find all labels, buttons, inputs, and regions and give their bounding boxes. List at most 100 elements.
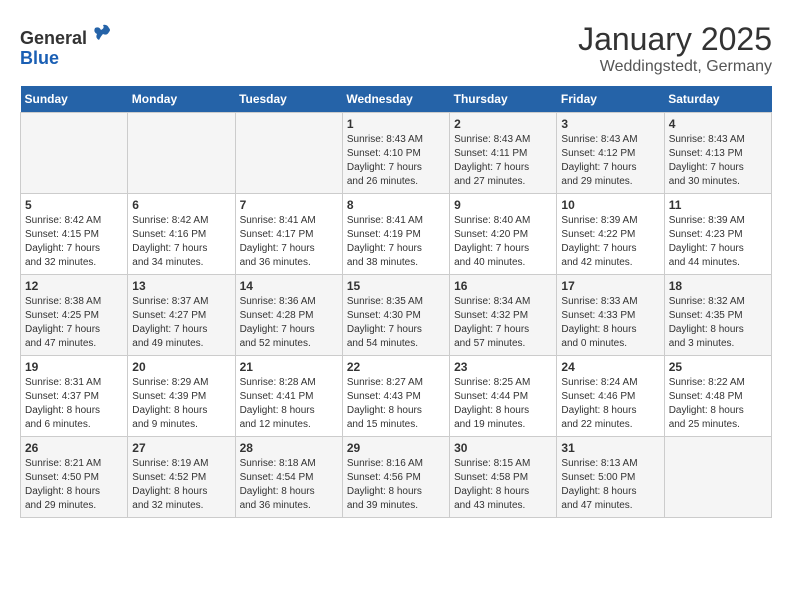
- day-info: Sunrise: 8:31 AM Sunset: 4:37 PM Dayligh…: [25, 376, 123, 432]
- calendar-cell: 19 Sunrise: 8:31 AM Sunset: 4:37 PM Dayli…: [21, 356, 128, 437]
- day-number: 29: [347, 441, 445, 455]
- day-number: 17: [561, 279, 659, 293]
- day-number: 24: [561, 360, 659, 374]
- day-number: 6: [132, 198, 230, 212]
- calendar-cell: [664, 437, 771, 518]
- calendar-cell: [235, 113, 342, 194]
- day-number: 8: [347, 198, 445, 212]
- day-number: 30: [454, 441, 552, 455]
- calendar-cell: 31 Sunrise: 8:13 AM Sunset: 5:00 PM Dayli…: [557, 437, 664, 518]
- day-info: Sunrise: 8:35 AM Sunset: 4:30 PM Dayligh…: [347, 295, 445, 351]
- day-info: Sunrise: 8:13 AM Sunset: 5:00 PM Dayligh…: [561, 457, 659, 513]
- day-info: Sunrise: 8:33 AM Sunset: 4:33 PM Dayligh…: [561, 295, 659, 351]
- day-info: Sunrise: 8:24 AM Sunset: 4:46 PM Dayligh…: [561, 376, 659, 432]
- calendar-cell: 20 Sunrise: 8:29 AM Sunset: 4:39 PM Dayli…: [128, 356, 235, 437]
- day-number: 12: [25, 279, 123, 293]
- calendar-week-row: 5 Sunrise: 8:42 AM Sunset: 4:15 PM Daylig…: [21, 194, 772, 275]
- calendar-cell: 24 Sunrise: 8:24 AM Sunset: 4:46 PM Dayli…: [557, 356, 664, 437]
- day-info: Sunrise: 8:15 AM Sunset: 4:58 PM Dayligh…: [454, 457, 552, 513]
- day-info: Sunrise: 8:34 AM Sunset: 4:32 PM Dayligh…: [454, 295, 552, 351]
- calendar-cell: 28Sunrise: 8:18 AM Sunset: 4:54 PM Dayli…: [235, 437, 342, 518]
- calendar-cell: [21, 113, 128, 194]
- calendar-cell: 30 Sunrise: 8:15 AM Sunset: 4:58 PM Dayli…: [450, 437, 557, 518]
- day-info: Sunrise: 8:29 AM Sunset: 4:39 PM Dayligh…: [132, 376, 230, 432]
- calendar-body: 1Sunrise: 8:43 AM Sunset: 4:10 PM Daylig…: [21, 113, 772, 518]
- calendar-cell: 25 Sunrise: 8:22 AM Sunset: 4:48 PM Dayli…: [664, 356, 771, 437]
- day-number: 25: [669, 360, 767, 374]
- day-number: 26: [25, 441, 123, 455]
- day-info: Sunrise: 8:25 AM Sunset: 4:44 PM Dayligh…: [454, 376, 552, 432]
- weekday-header: Monday: [128, 86, 235, 113]
- calendar-cell: 2 Sunrise: 8:43 AM Sunset: 4:11 PM Daylig…: [450, 113, 557, 194]
- day-info: Sunrise: 8:43 AM Sunset: 4:10 PM Dayligh…: [347, 133, 445, 189]
- day-info: Sunrise: 8:27 AM Sunset: 4:43 PM Dayligh…: [347, 376, 445, 432]
- day-info: Sunrise: 8:36 AM Sunset: 4:28 PM Dayligh…: [240, 295, 338, 351]
- day-info: Sunrise: 8:39 AM Sunset: 4:22 PM Dayligh…: [561, 214, 659, 270]
- calendar-cell: 22Sunrise: 8:27 AM Sunset: 4:43 PM Dayli…: [342, 356, 449, 437]
- logo-general-text: General: [20, 28, 87, 48]
- day-number: 9: [454, 198, 552, 212]
- day-number: 5: [25, 198, 123, 212]
- weekday-header: Thursday: [450, 86, 557, 113]
- day-number: 19: [25, 360, 123, 374]
- day-number: 18: [669, 279, 767, 293]
- calendar-cell: 27 Sunrise: 8:19 AM Sunset: 4:52 PM Dayli…: [128, 437, 235, 518]
- day-info: Sunrise: 8:38 AM Sunset: 4:25 PM Dayligh…: [25, 295, 123, 351]
- weekday-header: Sunday: [21, 86, 128, 113]
- calendar-week-row: 1Sunrise: 8:43 AM Sunset: 4:10 PM Daylig…: [21, 113, 772, 194]
- day-number: 10: [561, 198, 659, 212]
- day-info: Sunrise: 8:43 AM Sunset: 4:13 PM Dayligh…: [669, 133, 767, 189]
- calendar-cell: 8 Sunrise: 8:41 AM Sunset: 4:19 PM Daylig…: [342, 194, 449, 275]
- calendar-cell: 12 Sunrise: 8:38 AM Sunset: 4:25 PM Dayli…: [21, 275, 128, 356]
- day-number: 13: [132, 279, 230, 293]
- calendar-cell: 14 Sunrise: 8:36 AM Sunset: 4:28 PM Dayli…: [235, 275, 342, 356]
- day-info: Sunrise: 8:22 AM Sunset: 4:48 PM Dayligh…: [669, 376, 767, 432]
- day-info: Sunrise: 8:41 AM Sunset: 4:17 PM Dayligh…: [240, 214, 338, 270]
- day-number: 16: [454, 279, 552, 293]
- day-number: 20: [132, 360, 230, 374]
- logo: General Blue: [20, 20, 113, 69]
- calendar-cell: 13Sunrise: 8:37 AM Sunset: 4:27 PM Dayli…: [128, 275, 235, 356]
- day-info: Sunrise: 8:42 AM Sunset: 4:15 PM Dayligh…: [25, 214, 123, 270]
- calendar-table: SundayMondayTuesdayWednesdayThursdayFrid…: [20, 86, 772, 518]
- calendar-week-row: 19 Sunrise: 8:31 AM Sunset: 4:37 PM Dayli…: [21, 356, 772, 437]
- calendar-cell: 4 Sunrise: 8:43 AM Sunset: 4:13 PM Daylig…: [664, 113, 771, 194]
- calendar-cell: 17 Sunrise: 8:33 AM Sunset: 4:33 PM Dayli…: [557, 275, 664, 356]
- weekday-header: Wednesday: [342, 86, 449, 113]
- calendar-cell: 9 Sunrise: 8:40 AM Sunset: 4:20 PM Daylig…: [450, 194, 557, 275]
- calendar-cell: 18 Sunrise: 8:32 AM Sunset: 4:35 PM Dayli…: [664, 275, 771, 356]
- day-number: 21: [240, 360, 338, 374]
- day-number: 7: [240, 198, 338, 212]
- calendar-cell: 26 Sunrise: 8:21 AM Sunset: 4:50 PM Dayli…: [21, 437, 128, 518]
- day-info: Sunrise: 8:43 AM Sunset: 4:12 PM Dayligh…: [561, 133, 659, 189]
- day-info: Sunrise: 8:28 AM Sunset: 4:41 PM Dayligh…: [240, 376, 338, 432]
- day-number: 31: [561, 441, 659, 455]
- calendar-header-row: SundayMondayTuesdayWednesdayThursdayFrid…: [21, 86, 772, 113]
- day-number: 2: [454, 117, 552, 131]
- page-header: General Blue January 2025 Weddingstedt, …: [20, 20, 772, 76]
- title-section: January 2025 Weddingstedt, Germany: [578, 20, 772, 76]
- day-info: Sunrise: 8:41 AM Sunset: 4:19 PM Dayligh…: [347, 214, 445, 270]
- day-info: Sunrise: 8:42 AM Sunset: 4:16 PM Dayligh…: [132, 214, 230, 270]
- calendar-week-row: 12 Sunrise: 8:38 AM Sunset: 4:25 PM Dayli…: [21, 275, 772, 356]
- day-number: 4: [669, 117, 767, 131]
- calendar-cell: 6 Sunrise: 8:42 AM Sunset: 4:16 PM Daylig…: [128, 194, 235, 275]
- day-info: Sunrise: 8:43 AM Sunset: 4:11 PM Dayligh…: [454, 133, 552, 189]
- location-title: Weddingstedt, Germany: [578, 58, 772, 76]
- calendar-cell: 1Sunrise: 8:43 AM Sunset: 4:10 PM Daylig…: [342, 113, 449, 194]
- calendar-cell: 23 Sunrise: 8:25 AM Sunset: 4:44 PM Dayli…: [450, 356, 557, 437]
- day-info: Sunrise: 8:18 AM Sunset: 4:54 PM Dayligh…: [240, 457, 338, 513]
- day-info: Sunrise: 8:19 AM Sunset: 4:52 PM Dayligh…: [132, 457, 230, 513]
- day-info: Sunrise: 8:40 AM Sunset: 4:20 PM Dayligh…: [454, 214, 552, 270]
- calendar-cell: 10 Sunrise: 8:39 AM Sunset: 4:22 PM Dayli…: [557, 194, 664, 275]
- day-number: 14: [240, 279, 338, 293]
- calendar-cell: 15Sunrise: 8:35 AM Sunset: 4:30 PM Dayli…: [342, 275, 449, 356]
- day-info: Sunrise: 8:39 AM Sunset: 4:23 PM Dayligh…: [669, 214, 767, 270]
- calendar-cell: 7 Sunrise: 8:41 AM Sunset: 4:17 PM Daylig…: [235, 194, 342, 275]
- weekday-header: Saturday: [664, 86, 771, 113]
- day-number: 27: [132, 441, 230, 455]
- day-info: Sunrise: 8:21 AM Sunset: 4:50 PM Dayligh…: [25, 457, 123, 513]
- calendar-cell: 16 Sunrise: 8:34 AM Sunset: 4:32 PM Dayli…: [450, 275, 557, 356]
- day-number: 23: [454, 360, 552, 374]
- day-info: Sunrise: 8:32 AM Sunset: 4:35 PM Dayligh…: [669, 295, 767, 351]
